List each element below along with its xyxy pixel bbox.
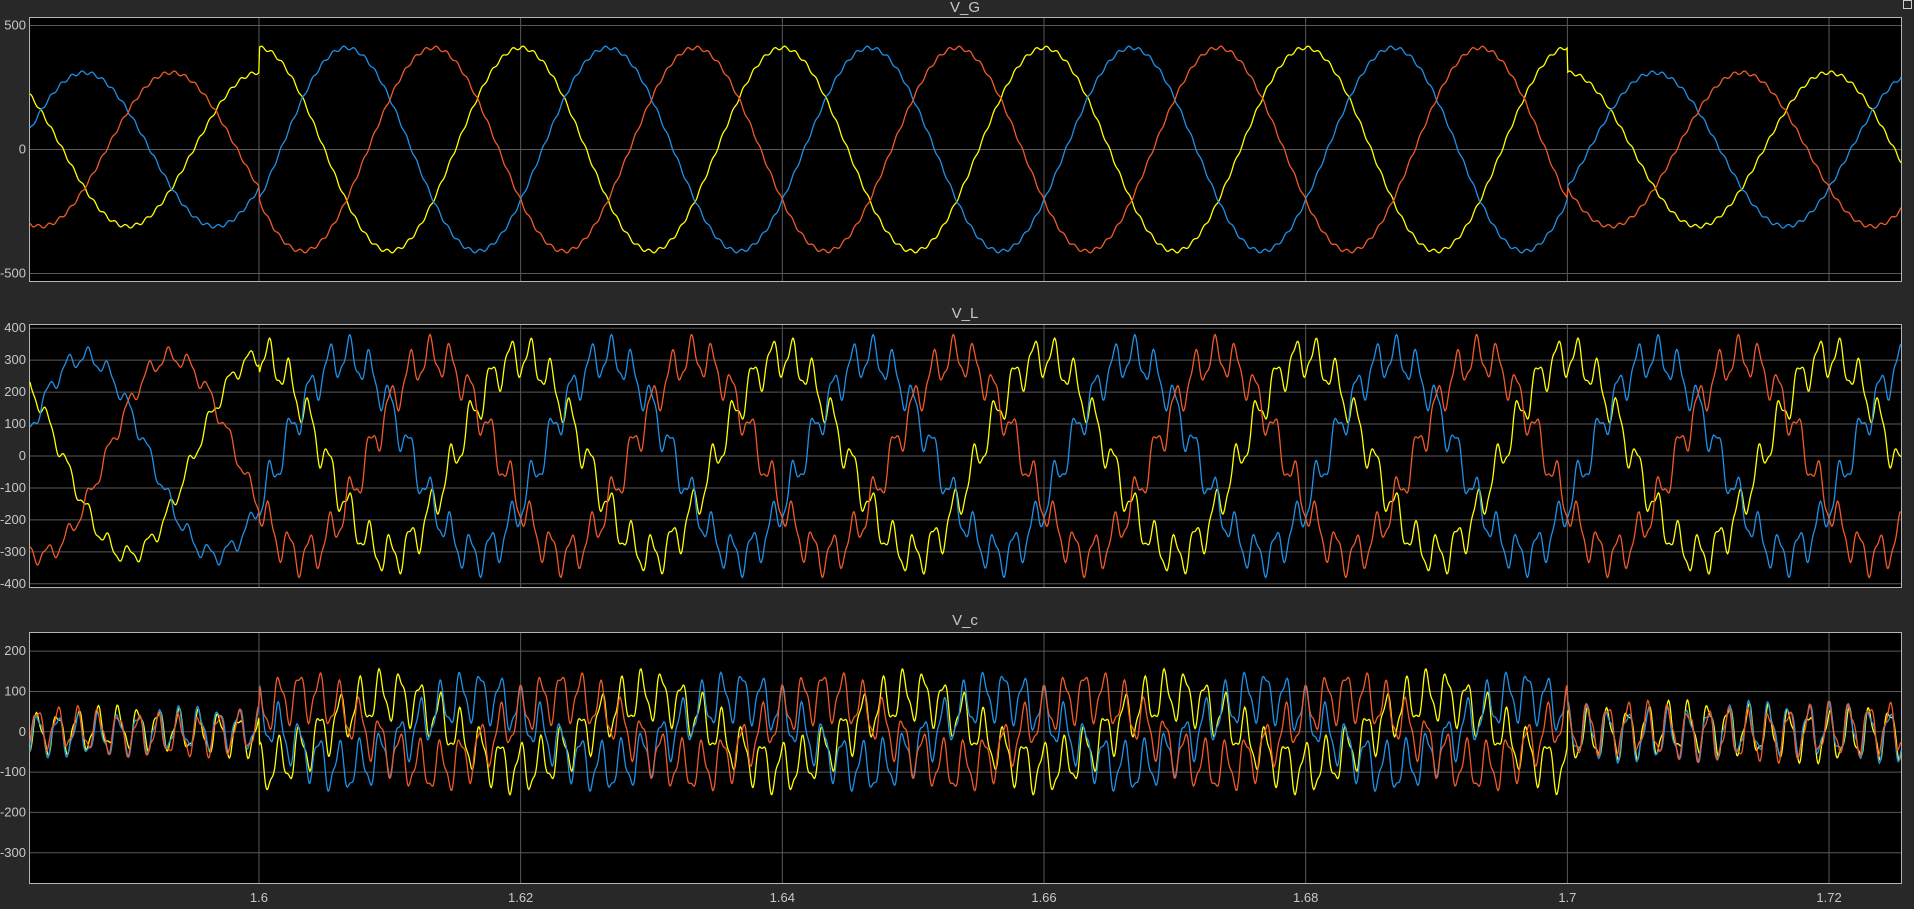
vl-y-tick-label: -100 xyxy=(0,480,26,495)
vg-y-tick-label: 0 xyxy=(19,142,26,157)
x-tick-label: 1.7 xyxy=(1558,890,1576,905)
vl-title: V_L xyxy=(952,305,979,322)
vl-y-tick-label: 300 xyxy=(4,352,26,367)
vg-y-tick-label: 500 xyxy=(4,17,26,32)
x-tick-label: 1.64 xyxy=(770,890,795,905)
x-tick-label: 1.62 xyxy=(508,890,533,905)
x-tick-label: 1.68 xyxy=(1293,890,1318,905)
vg-title: V_G xyxy=(950,0,980,16)
vc-y-tick-label: 100 xyxy=(4,683,26,698)
vl-y-tick-label: 0 xyxy=(19,448,26,463)
vc-y-tick-label: -100 xyxy=(0,764,26,779)
vc-y-tick-label: -300 xyxy=(0,845,26,860)
vc-y-tick-label: -200 xyxy=(0,804,26,819)
vl-y-tick-label: -400 xyxy=(0,576,26,591)
vc-y-tick-label: 0 xyxy=(19,724,26,739)
vc-plot: V_c 200 100 0 -100 -200 -300 xyxy=(0,612,1902,884)
vl-y-tick-label: 400 xyxy=(4,320,26,335)
undock-icon[interactable] xyxy=(1903,0,1912,9)
scope-figure: V_G 500 0 -500 V_L 400 300 200 100 0 -100 -200 -3… xyxy=(0,0,1914,909)
x-tick-label: 1.66 xyxy=(1031,890,1056,905)
x-tick-label: 1.72 xyxy=(1816,890,1841,905)
vc-title: V_c xyxy=(952,612,978,629)
vg-plot: V_G 500 0 -500 xyxy=(0,0,1902,282)
vl-y-tick-label: -300 xyxy=(0,544,26,559)
vg-y-tick-label: -500 xyxy=(0,266,26,281)
vc-y-tick-label: 200 xyxy=(4,643,26,658)
vl-y-tick-label: 200 xyxy=(4,384,26,399)
vl-plot: V_L 400 300 200 100 0 -100 -200 -300 -400 xyxy=(0,305,1902,591)
vl-y-tick-label: -200 xyxy=(0,512,26,527)
vl-y-tick-label: 100 xyxy=(4,416,26,431)
x-tick-label: 1.6 xyxy=(250,890,268,905)
